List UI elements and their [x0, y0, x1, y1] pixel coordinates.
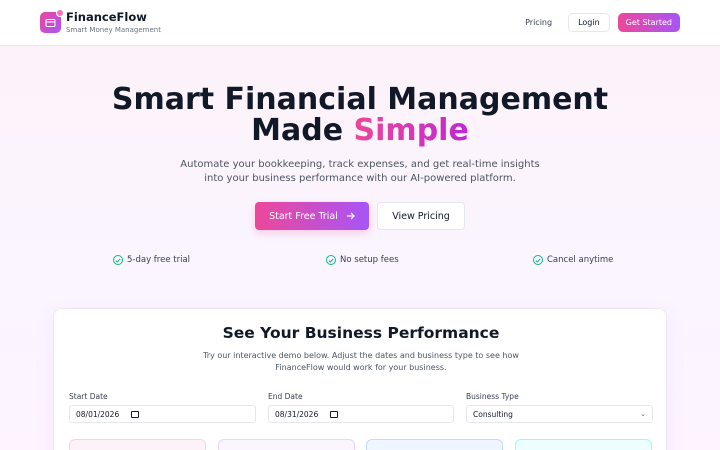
calendar-icon[interactable] [131, 410, 140, 418]
feature-item: No setup fees [326, 255, 399, 265]
check-circle-icon [326, 255, 336, 265]
brand-name[interactable]: FinanceFlow [66, 10, 161, 24]
feature-label: 5-day free trial [127, 255, 191, 265]
feature-item: Cancel anytime [533, 255, 613, 265]
feature-label: Cancel anytime [547, 255, 614, 265]
brand: FinanceFlow Smart Money Management [66, 10, 161, 35]
business-type-value: Consulting [473, 409, 513, 419]
end-date-label: End Date [268, 392, 303, 401]
hero-title-prefix: Made [251, 113, 344, 148]
start-free-trial-label: Start Free Trial [269, 210, 338, 222]
hero-title-line1: Smart Financial Management [111, 82, 609, 117]
demo-title: See Your Business Performance [222, 324, 500, 342]
calendar-icon[interactable] [330, 410, 339, 418]
hero-title-line2: Made Simple [0, 115, 720, 146]
wallet-icon [45, 18, 56, 27]
hero-title-accent: Simple [353, 113, 469, 148]
feature-label: No setup fees [340, 255, 399, 265]
business-type-select[interactable]: Consulting ⌄ [466, 405, 653, 423]
start-date-input[interactable]: 08/01/2026 [69, 405, 256, 423]
view-pricing-button[interactable]: View Pricing [377, 202, 465, 230]
wallet-logo-icon[interactable] [40, 9, 64, 33]
notification-dot [56, 9, 64, 17]
start-date-value: 08/01/2026 [76, 409, 120, 419]
arrow-right-icon [346, 212, 355, 220]
check-circle-icon [533, 255, 543, 265]
end-date-input[interactable]: 08/31/2026 [268, 405, 454, 423]
cta-row: Start Free Trial View Pricing [0, 202, 720, 230]
metric-card [515, 439, 652, 450]
hero-subtitle: Automate your bookkeeping, track expense… [180, 159, 540, 184]
get-started-button[interactable]: Get Started [617, 13, 680, 32]
business-type-label: Business Type [466, 392, 519, 401]
end-date-value: 08/31/2026 [275, 409, 319, 419]
start-free-trial-button[interactable]: Start Free Trial [255, 202, 369, 230]
hero-title: Smart Financial Management Made Simple [0, 84, 720, 146]
check-circle-icon [113, 255, 123, 265]
demo-card: See Your Business Performance Try our in… [53, 308, 667, 450]
demo-subtitle: Try our interactive demo below. Adjust t… [203, 351, 519, 372]
top-nav: FinanceFlow Smart Money Management Prici… [0, 0, 720, 46]
nav-pricing-link[interactable]: Pricing [525, 18, 552, 27]
metric-card [218, 439, 355, 450]
metric-card [69, 439, 206, 450]
feature-item: 5-day free trial [113, 255, 190, 265]
metric-card [366, 439, 503, 450]
nav-links: Pricing Login Get Started [525, 13, 680, 32]
brand-tagline: Smart Money Management [66, 25, 161, 34]
login-button[interactable]: Login [568, 13, 610, 32]
start-date-label: Start Date [69, 392, 108, 401]
chevron-down-icon: ⌄ [640, 410, 646, 418]
